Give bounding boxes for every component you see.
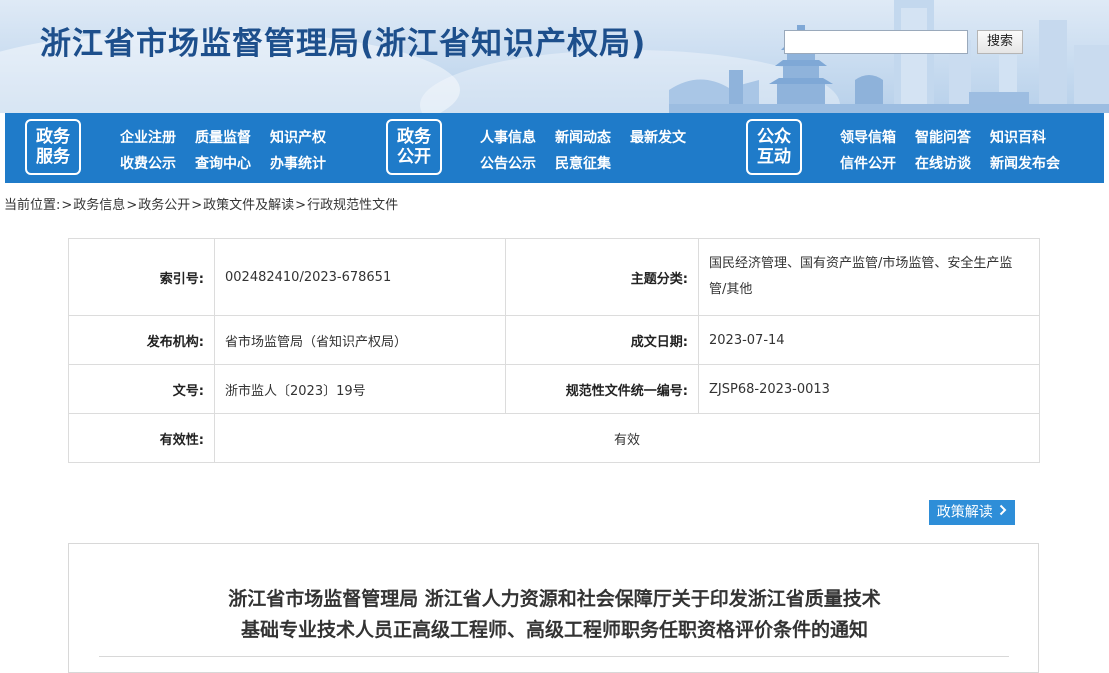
breadcrumb-separator: > — [126, 198, 138, 213]
main-nav: 政务 服务 企业注册 质量监督 知识产权 收费公示 查询中心 办事统计 政务 公… — [5, 113, 1104, 183]
nav-badge-line: 政务 — [397, 127, 431, 147]
nav-badge-line: 公众 — [757, 127, 791, 147]
nav-link-personnel-info[interactable]: 人事信息 — [480, 127, 536, 147]
index-value: 002482410/2023-678651 — [214, 238, 506, 316]
docno-value: 浙市监人〔2023〕19号 — [214, 364, 506, 414]
nav-link-enterprise-registration[interactable]: 企业注册 — [120, 127, 176, 147]
validity-value: 有效 — [214, 413, 1040, 463]
table-row: 有效性: 有效 — [68, 413, 1040, 463]
breadcrumb-link-policy-docs[interactable]: 政策文件及解读 — [203, 198, 294, 213]
validity-label: 有效性: — [68, 413, 215, 463]
nav-link-quality-supervision[interactable]: 质量监督 — [195, 127, 251, 147]
breadcrumb-link-gov-info[interactable]: 政务信息 — [73, 198, 125, 213]
topic-label: 主题分类: — [505, 238, 699, 316]
nav-link-press-conference[interactable]: 新闻发布会 — [990, 153, 1060, 173]
nav-badge-gov-service[interactable]: 政务 服务 — [25, 119, 81, 175]
unified-code-label: 规范性文件统一编号: — [505, 364, 699, 414]
nav-badge-line: 政务 — [36, 127, 70, 147]
nav-link-knowledge-base[interactable]: 知识百科 — [990, 127, 1046, 147]
site-title: 浙江省市场监督管理局(浙江省知识产权局) — [40, 26, 647, 62]
date-value: 2023-07-14 — [698, 315, 1040, 365]
nav-link-fee-disclosure[interactable]: 收费公示 — [120, 153, 176, 173]
article-title: 浙江省市场监督管理局 浙江省人力资源和社会保障厅关于印发浙江省质量技术 基础专业… — [69, 584, 1040, 646]
breadcrumb-link-gov-disclosure[interactable]: 政务公开 — [138, 198, 190, 213]
breadcrumb-separator: > — [61, 198, 73, 213]
nav-link-smart-qa[interactable]: 智能问答 — [915, 127, 971, 147]
nav-link-query-center[interactable]: 查询中心 — [195, 153, 251, 173]
breadcrumb-separator: > — [191, 198, 203, 213]
header-banner: 浙江省市场监督管理局(浙江省知识产权局) 搜索 — [0, 0, 1109, 113]
topic-value: 国民经济管理、国有资产监管/市场监管、安全生产监管/其他 — [698, 238, 1040, 316]
table-row: 索引号: 002482410/2023-678651 主题分类: 国民经济管理、… — [68, 238, 1040, 316]
table-row: 发布机构: 省市场监管局（省知识产权局） 成文日期: 2023-07-14 — [68, 315, 1040, 365]
nav-badge-public-interaction[interactable]: 公众 互动 — [746, 119, 802, 175]
issuer-value: 省市场监管局（省知识产权局） — [214, 315, 506, 365]
search-button[interactable]: 搜索 — [977, 30, 1023, 54]
issuer-label: 发布机构: — [68, 315, 215, 365]
nav-badge-line: 互动 — [757, 147, 791, 167]
chevron-right-icon — [999, 500, 1007, 525]
divider — [99, 656, 1009, 657]
policy-interpretation-button[interactable]: 政策解读 — [929, 500, 1015, 525]
nav-link-latest-documents[interactable]: 最新发文 — [630, 127, 686, 147]
nav-link-news[interactable]: 新闻动态 — [555, 127, 611, 147]
breadcrumb-link-normative-docs[interactable]: 行政规范性文件 — [307, 198, 398, 213]
nav-link-intellectual-property[interactable]: 知识产权 — [270, 127, 326, 147]
policy-interpretation-label: 政策解读 — [936, 504, 993, 521]
nav-badge-line: 服务 — [36, 147, 70, 167]
article-title-line: 基础专业技术人员正高级工程师、高级工程师职务任职资格评价条件的通知 — [240, 619, 868, 641]
nav-link-service-stats[interactable]: 办事统计 — [270, 153, 326, 173]
nav-badge-gov-disclosure[interactable]: 政务 公开 — [386, 119, 442, 175]
docno-label: 文号: — [68, 364, 215, 414]
nav-link-public-letters[interactable]: 信件公开 — [840, 153, 896, 173]
date-label: 成文日期: — [505, 315, 699, 365]
nav-badge-line: 公开 — [397, 147, 431, 167]
breadcrumb-separator: > — [295, 198, 307, 213]
nav-link-leader-mailbox[interactable]: 领导信箱 — [840, 127, 896, 147]
document-info-table: 索引号: 002482410/2023-678651 主题分类: 国民经济管理、… — [68, 238, 1040, 463]
search-input[interactable] — [784, 30, 968, 54]
city-skyline-illustration — [669, 0, 1109, 113]
nav-link-online-interview[interactable]: 在线访谈 — [915, 153, 971, 173]
article-title-line: 浙江省市场监督管理局 浙江省人力资源和社会保障厅关于印发浙江省质量技术 — [228, 588, 881, 610]
article-container: 浙江省市场监督管理局 浙江省人力资源和社会保障厅关于印发浙江省质量技术 基础专业… — [68, 543, 1039, 673]
table-row: 文号: 浙市监人〔2023〕19号 规范性文件统一编号: ZJSP68-2023… — [68, 364, 1040, 414]
breadcrumb-prefix: 当前位置: — [4, 198, 61, 213]
index-label: 索引号: — [68, 238, 215, 316]
unified-code-value: ZJSP68-2023-0013 — [698, 364, 1040, 414]
breadcrumb: 当前位置:>政务信息>政务公开>政策文件及解读>行政规范性文件 — [4, 194, 398, 213]
nav-link-announcements[interactable]: 公告公示 — [480, 153, 536, 173]
nav-link-public-opinion[interactable]: 民意征集 — [555, 153, 611, 173]
